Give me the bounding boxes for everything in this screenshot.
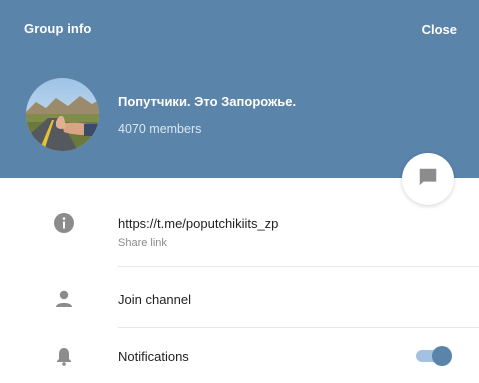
group-avatar[interactable] xyxy=(26,78,99,151)
notifications-toggle[interactable] xyxy=(414,345,452,367)
group-name: Попутчики. Это Запорожье. xyxy=(118,94,297,109)
join-channel-label[interactable]: Join channel xyxy=(118,292,191,307)
invite-link[interactable]: https://t.me/poputchikiits_zp xyxy=(118,216,278,231)
divider xyxy=(118,327,479,328)
info-icon xyxy=(53,212,75,234)
bell-icon xyxy=(53,345,75,367)
notifications-label: Notifications xyxy=(118,349,189,364)
avatar-image xyxy=(26,78,99,151)
group-info-panel: Group info Close Попутчики. Это Запорожь… xyxy=(0,0,479,383)
share-link-label: Share link xyxy=(118,237,167,249)
toggle-knob xyxy=(432,346,452,366)
message-icon xyxy=(417,166,439,193)
user-icon xyxy=(53,288,75,310)
member-count: 4070 members xyxy=(118,122,202,136)
panel-title: Group info xyxy=(24,21,92,36)
send-message-button[interactable] xyxy=(402,153,454,205)
header: Group info Close Попутчики. Это Запорожь… xyxy=(0,0,479,178)
divider xyxy=(118,266,479,267)
close-button[interactable]: Close xyxy=(422,22,457,37)
